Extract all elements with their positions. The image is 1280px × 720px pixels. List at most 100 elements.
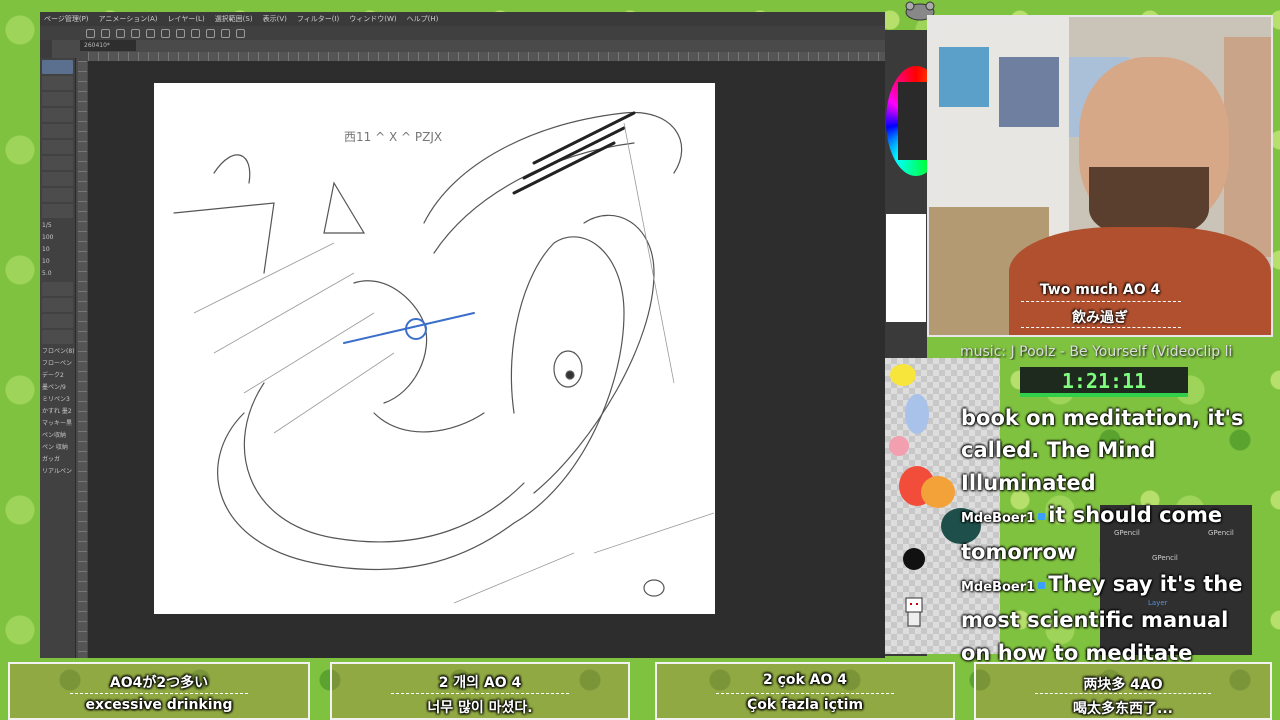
- tool-slot[interactable]: [42, 298, 73, 312]
- orange-swatch[interactable]: [921, 476, 955, 508]
- chat-line: MdeBoer1 it should come: [961, 503, 1223, 528]
- redo-icon[interactable]: [146, 28, 155, 38]
- caption-bottom: excessive drinking: [85, 697, 233, 713]
- sub-tool-item[interactable]: ミリペン3: [40, 394, 75, 406]
- chat-username: MdeBoer1: [961, 511, 1036, 527]
- brush-size-value[interactable]: 1/5: [40, 220, 75, 232]
- tool-slot[interactable]: [42, 76, 73, 90]
- undo-icon[interactable]: [131, 28, 140, 38]
- caption-top: 2 개의 AO 4: [438, 675, 522, 691]
- caption-divider: [391, 693, 569, 694]
- blue-swatch[interactable]: [905, 394, 929, 434]
- tool-slot[interactable]: [42, 172, 73, 186]
- sub-tool-item[interactable]: デーク2: [40, 370, 75, 382]
- menu-view[interactable]: 表示(V): [263, 12, 287, 26]
- sub-tool-item[interactable]: リアルペン: [40, 466, 75, 478]
- chat-line: called. The Mind: [961, 438, 1156, 463]
- sub-tool-item[interactable]: ガッガ: [40, 454, 75, 466]
- tool-slot[interactable]: [42, 330, 73, 344]
- caption-bottom: 너무 많이 마셨다.: [427, 700, 533, 716]
- sketch-drawing: 西11 ^ X ^ PZJX: [173, 111, 715, 604]
- webcam-caption-ja: 飲み過ぎ: [1072, 310, 1128, 326]
- sub-tool-item[interactable]: かすれ 墨2: [40, 406, 75, 418]
- menu-page[interactable]: ページ管理(P): [44, 12, 89, 26]
- tool-slot[interactable]: [42, 204, 73, 218]
- caption-divider: [1021, 327, 1181, 328]
- transform-icon[interactable]: [191, 28, 200, 38]
- sub-tool-item[interactable]: フロペン(8): [40, 346, 75, 358]
- caption-bottom: Çok fazla içtim: [746, 697, 864, 713]
- tool-slot[interactable]: [42, 92, 73, 106]
- document-tab[interactable]: 260410*: [80, 40, 136, 51]
- caption-top: 两块多 4AO: [1083, 677, 1163, 693]
- hardness-value[interactable]: 10: [40, 256, 75, 268]
- clip-studio-window: ページ管理(P) アニメーション(A) レイヤー(L) 選択範囲(S) 表示(V…: [40, 12, 885, 658]
- yellow-swatch[interactable]: [890, 364, 916, 386]
- menu-help[interactable]: ヘルプ(H): [407, 12, 439, 26]
- caption-divider: [716, 693, 894, 694]
- sub-tool-item[interactable]: ペン 収納: [40, 442, 75, 454]
- open-file-icon[interactable]: [101, 28, 110, 38]
- sub-tool-item[interactable]: ペン収納: [40, 430, 75, 442]
- chat-line: book on meditation, it's: [961, 406, 1244, 430]
- chat-line: most scientific manual: [961, 608, 1229, 633]
- sketch-note: 西11 ^ X ^ PZJX: [344, 130, 442, 144]
- poster: [999, 57, 1059, 127]
- menu-animation[interactable]: アニメーション(A): [99, 12, 158, 26]
- chat-line: MdeBoer1 They say it's the: [961, 572, 1243, 597]
- opacity-value[interactable]: 100: [40, 232, 75, 244]
- pink-swatch[interactable]: [889, 436, 909, 456]
- webcam-caption-en: Two much AO 4: [1039, 282, 1161, 298]
- caption-box-zh: 两块多 4AO 喝太多东西了...: [974, 662, 1272, 720]
- new-file-icon[interactable]: [86, 28, 95, 38]
- deselect-icon[interactable]: [206, 28, 215, 38]
- badge-icon: [1038, 512, 1046, 520]
- tool-slot[interactable]: [42, 124, 73, 138]
- save-icon[interactable]: [116, 28, 125, 38]
- canvas-area[interactable]: 西11 ^ X ^ PZJX: [88, 61, 885, 658]
- caption-top: AO4が2つ多い: [109, 675, 209, 691]
- menu-selection[interactable]: 選択範囲(S): [215, 12, 253, 26]
- sub-tool-item[interactable]: フローペン: [40, 358, 75, 370]
- stream-timer: 1:21:11: [1061, 369, 1147, 393]
- translation-bar: AO4が2つ多い excessive drinking 2 개의 AO 4 너무…: [0, 660, 1280, 720]
- badge-icon: [1038, 581, 1046, 589]
- pixel-mascot-icon: [900, 594, 928, 630]
- chat-username: MdeBoer1: [961, 580, 1036, 596]
- menu-window[interactable]: ウィンドウ(W): [349, 12, 396, 26]
- caption-bottom: 喝太多东西了...: [1073, 701, 1173, 717]
- tool-slot[interactable]: [42, 140, 73, 154]
- webcam-feed: Two much AO 4 飲み過ぎ: [927, 15, 1273, 337]
- caption-box-tr: 2 çok AO 4 Çok fazla içtim: [655, 662, 955, 720]
- drawing-canvas[interactable]: 西11 ^ X ^ PZJX: [154, 83, 715, 614]
- menu-filter[interactable]: フィルター(I): [297, 12, 339, 26]
- timer-box: 1:21:11: [1020, 367, 1188, 397]
- fill-icon[interactable]: [176, 28, 185, 38]
- command-bar: [40, 26, 885, 40]
- sub-tool-item[interactable]: 墨ペン/9: [40, 382, 75, 394]
- density-value[interactable]: 5.0: [40, 268, 75, 280]
- menu-bar: ページ管理(P) アニメーション(A) レイヤー(L) 選択範囲(S) 表示(V…: [40, 12, 885, 26]
- tool-slot[interactable]: [42, 282, 73, 296]
- chat-line: Illuminated: [961, 470, 1096, 495]
- tool-slot[interactable]: [42, 108, 73, 122]
- black-swatch[interactable]: [903, 548, 925, 570]
- now-playing: music: J Poolz - Be Yourself (Videoclip …: [960, 344, 1233, 360]
- tool-slot[interactable]: [42, 188, 73, 202]
- clear-icon[interactable]: [161, 28, 170, 38]
- tool-slot[interactable]: [42, 314, 73, 328]
- bookshelf: [1224, 37, 1271, 257]
- stabilization-value[interactable]: 10: [40, 244, 75, 256]
- caption-divider: [69, 693, 249, 694]
- sub-tool-item[interactable]: マッキー黒: [40, 418, 75, 430]
- menu-layer[interactable]: レイヤー(L): [168, 12, 205, 26]
- caption-box-ko: 2 개의 AO 4 너무 많이 마셨다.: [330, 662, 630, 720]
- tool-slot[interactable]: [42, 60, 73, 74]
- tool-slot[interactable]: [42, 156, 73, 170]
- chat-line: tomorrow: [961, 539, 1077, 564]
- crop-icon[interactable]: [221, 28, 230, 38]
- caption-divider: [1021, 301, 1181, 302]
- caption-divider: [1034, 693, 1212, 694]
- ruler-icon[interactable]: [236, 28, 245, 38]
- navigator-preview[interactable]: [886, 214, 926, 322]
